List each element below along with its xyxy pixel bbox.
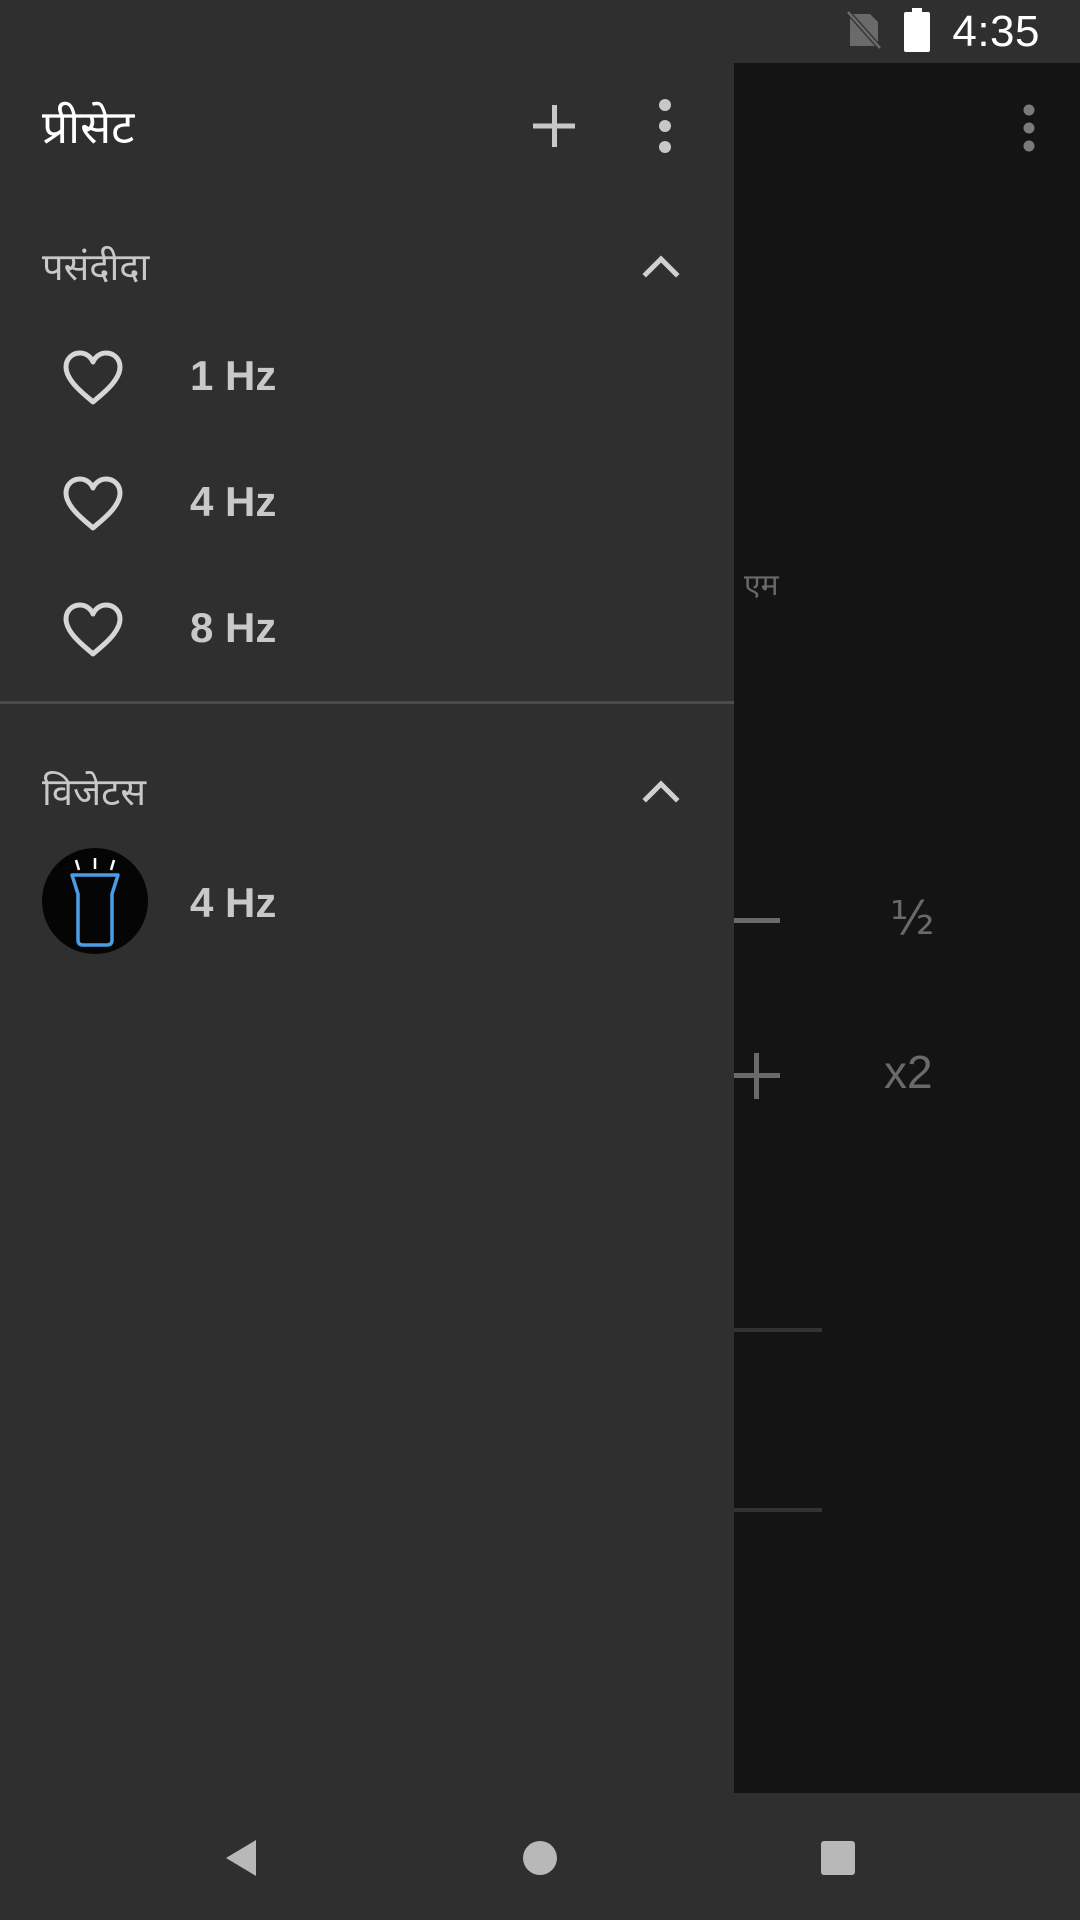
favorite-item-label: 4 Hz	[190, 478, 277, 525]
recents-icon[interactable]	[803, 1823, 873, 1893]
favorites-section-title: पसंदीदा	[42, 245, 150, 289]
flashlight-icon	[42, 848, 148, 954]
section-divider	[0, 701, 734, 704]
chevron-up-icon[interactable]	[636, 242, 686, 292]
widgets-section-header[interactable]: विजेटस	[0, 741, 734, 841]
navigation-bar	[0, 1793, 1080, 1920]
favorite-item[interactable]: 1 Hz	[0, 314, 734, 440]
add-icon[interactable]	[527, 99, 581, 153]
drawer-header: प्रीसेट	[0, 63, 734, 190]
double-button[interactable]: x2	[884, 1045, 933, 1099]
background-app: एम ½ x2	[734, 63, 1080, 1793]
chevron-up-icon[interactable]	[636, 767, 686, 817]
no-sim-icon	[846, 9, 883, 55]
favorite-item-label: 8 Hz	[190, 604, 277, 651]
heart-outline-icon[interactable]	[60, 600, 126, 660]
drawer-title: प्रीसेट	[42, 100, 135, 154]
plus-icon[interactable]	[734, 1051, 780, 1106]
screen: 4:35 एम ½ x2 प्रीसेट पसंदीदा 1 Hz 4 Hz 8…	[0, 0, 1080, 1920]
widgets-section-title: विजेटस	[42, 770, 147, 814]
background-divider	[734, 1508, 822, 1512]
widget-item-label: 4 Hz	[190, 879, 277, 926]
status-bar: 4:35	[0, 0, 1080, 63]
minus-icon[interactable]	[734, 911, 780, 929]
back-icon[interactable]	[205, 1823, 275, 1893]
widget-item[interactable]: 4 Hz	[0, 837, 734, 965]
background-partial-label: एम	[744, 568, 779, 603]
heart-outline-icon[interactable]	[60, 474, 126, 534]
favorite-item[interactable]: 8 Hz	[0, 566, 734, 692]
heart-outline-icon[interactable]	[60, 348, 126, 408]
home-icon[interactable]	[505, 1823, 575, 1893]
more-vert-icon[interactable]	[640, 96, 690, 156]
half-button[interactable]: ½	[890, 891, 935, 945]
presets-drawer: प्रीसेट पसंदीदा 1 Hz 4 Hz 8 Hz विजेटस 4 …	[0, 63, 734, 1793]
favorite-item-label: 1 Hz	[190, 352, 277, 399]
background-divider	[734, 1328, 822, 1332]
more-vert-icon[interactable]	[1022, 103, 1036, 158]
favorite-item[interactable]: 4 Hz	[0, 440, 734, 566]
favorites-section-header[interactable]: पसंदीदा	[0, 216, 734, 316]
status-time: 4:35	[952, 7, 1040, 56]
battery-full-icon	[904, 7, 931, 57]
